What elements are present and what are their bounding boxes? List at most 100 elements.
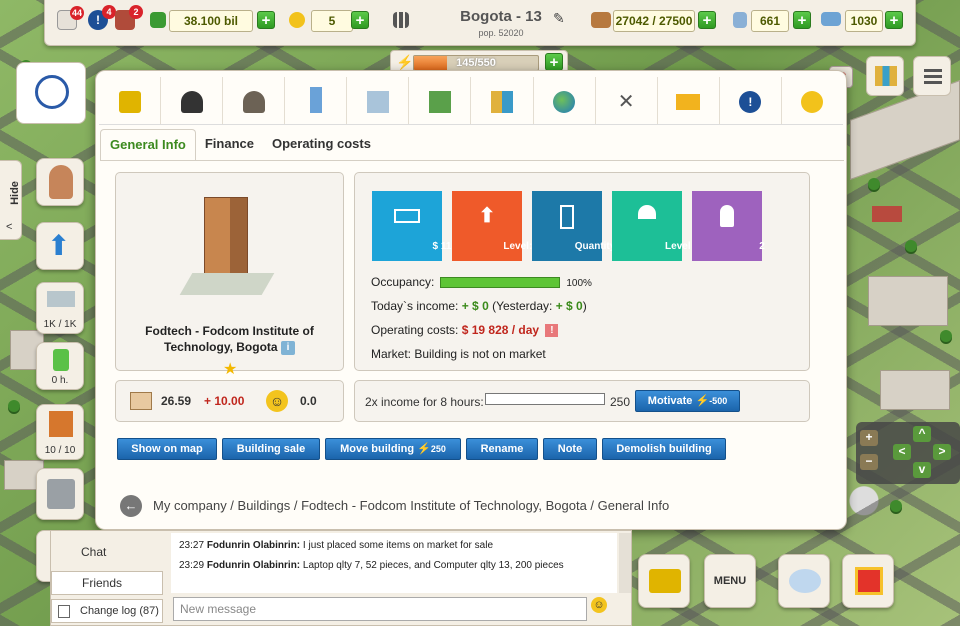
tile-price[interactable]: $ 11 — [372, 191, 451, 261]
income-row: Today`s income: + $ 0 (Yesterday: + $ 0) — [371, 299, 587, 313]
demolish-building-button[interactable]: Demolish building — [602, 438, 726, 460]
fuel-button[interactable]: 0 h. — [36, 342, 84, 390]
menu-hamburger-button[interactable] — [913, 56, 951, 96]
building-base — [179, 273, 275, 295]
dialog-tabs: General Info Finance Operating costs — [100, 129, 380, 161]
pan-down-button[interactable]: v — [913, 462, 931, 478]
emoji-icon[interactable]: ☺ — [591, 597, 607, 613]
tile-lamp-level[interactable]: Level 1 — [612, 191, 699, 261]
alerts-badge: 4 — [102, 5, 116, 19]
upgrade-button[interactable]: ⬆ — [36, 222, 84, 270]
arrow-up-icon: ⬆ — [47, 230, 71, 261]
stats-icon[interactable] — [393, 12, 409, 28]
boost-label: 2x income for 8 hours: — [365, 395, 484, 409]
toolbar-coin[interactable] — [782, 77, 843, 124]
home-badge: 2 — [129, 5, 143, 19]
toolbar-bulldozer[interactable] — [99, 77, 162, 124]
boost-value: 250 — [610, 395, 631, 409]
city-name: Bogota - 13 — [460, 8, 542, 25]
assistant-button[interactable] — [36, 158, 84, 206]
warning-icon[interactable]: ! — [545, 324, 559, 338]
company-logo[interactable] — [16, 62, 86, 124]
main-menu-button[interactable]: MENU — [704, 554, 756, 608]
zoom-in-button[interactable]: + — [860, 430, 878, 446]
rename-button[interactable]: Rename — [466, 438, 538, 460]
building-sale-button[interactable]: Building sale — [222, 438, 320, 460]
toolbar-employees[interactable] — [223, 77, 286, 124]
add-coins-button[interactable]: + — [351, 11, 369, 29]
bulldozer-button[interactable] — [638, 554, 690, 608]
toolbar-info[interactable]: ! — [720, 77, 782, 124]
pan-up-button[interactable]: ^ — [913, 426, 931, 442]
edit-icon[interactable]: ✎ — [553, 10, 569, 26]
toolbar-globe[interactable] — [534, 77, 596, 124]
tree — [8, 400, 20, 412]
changelog-tab[interactable]: Change log (87) — [51, 599, 163, 623]
tab-operating-costs[interactable]: Operating costs — [263, 129, 380, 161]
fuel-icon — [53, 349, 69, 371]
toolbar-office[interactable] — [347, 77, 410, 124]
alert-icon[interactable]: ! 4 — [88, 5, 116, 30]
tab-finance[interactable]: Finance — [196, 129, 263, 161]
toolbar-tools[interactable]: ✕ — [596, 77, 658, 124]
gift-button[interactable] — [842, 554, 894, 608]
lamp-icon — [638, 205, 656, 219]
back-button[interactable]: ← — [120, 495, 142, 517]
rating-change: + 10.00 — [204, 394, 245, 408]
tree — [868, 178, 880, 190]
bulldozer-icon — [118, 91, 141, 113]
pan-left-button[interactable]: < — [893, 444, 911, 460]
zoom-out-button[interactable]: − — [860, 454, 878, 470]
trucks-button[interactable]: 1K / 1K — [36, 282, 84, 334]
map-block — [868, 276, 948, 326]
pan-right-button[interactable]: > — [933, 444, 951, 460]
mail-icon[interactable]: 44 — [57, 6, 84, 30]
tab-general-info[interactable]: General Info — [100, 129, 196, 161]
add-trucks-button[interactable]: + — [698, 11, 716, 29]
manager-icon — [180, 91, 203, 113]
bank-button[interactable]: 10 / 10 — [36, 404, 84, 460]
safe-button[interactable] — [36, 468, 84, 520]
toolbar-manager[interactable] — [161, 77, 224, 124]
money-icon — [150, 12, 166, 28]
chat-tab[interactable]: Chat — [51, 541, 163, 565]
fuel-caption: 0 h. — [51, 375, 69, 386]
add-money-button[interactable]: + — [257, 11, 275, 29]
tile-employees[interactable]: 2 — [692, 191, 765, 261]
note-button[interactable]: Note — [543, 438, 597, 460]
friends-tab[interactable]: Friends — [51, 571, 163, 595]
toolbar-mail[interactable] — [658, 77, 720, 124]
chevron-left-icon: < — [6, 221, 13, 233]
map-block — [880, 370, 950, 410]
buildings-value: 661 — [751, 10, 789, 32]
add-energy-button[interactable]: + — [545, 53, 563, 71]
info-icon[interactable]: i — [280, 340, 295, 355]
arrow-left-icon: ← — [124, 498, 138, 513]
chat-message: 23:29 Fodunrin Olabinrin: Laptop qlty 7,… — [179, 560, 564, 571]
toolbar-money-building[interactable] — [409, 77, 472, 124]
home-icon[interactable]: 2 — [115, 5, 143, 30]
map-button[interactable] — [866, 56, 904, 96]
building-image — [204, 197, 248, 279]
add-buildings-button[interactable]: + — [793, 11, 811, 29]
show-on-map-button[interactable]: Show on map — [117, 438, 217, 460]
chat-bubble-button[interactable] — [778, 554, 830, 608]
truck-icon — [47, 291, 75, 307]
tile-quantity[interactable]: Quantity 25 — [532, 191, 629, 261]
building-name: Fodtech - Fodcom Institute of Technology… — [145, 324, 314, 355]
happiness-value: 0.0 — [300, 394, 317, 408]
motivate-button[interactable]: Motivate ⚡-500 — [635, 390, 740, 412]
chat-scrollbar[interactable] — [619, 533, 631, 593]
hide-sidebar-button[interactable]: Hide < — [0, 160, 22, 240]
chat-message-input[interactable]: New message — [173, 597, 587, 621]
toolbar-city-map[interactable] — [471, 77, 534, 124]
hamburger-icon — [924, 69, 942, 72]
add-vehicles-button[interactable]: + — [885, 11, 903, 29]
person-icon — [720, 205, 734, 227]
tile-level-upgrade[interactable]: ⬆ Level: 1 — [452, 191, 541, 261]
move-building-button[interactable]: Move building ⚡250 — [325, 438, 461, 460]
truck-icon — [591, 12, 611, 28]
toolbar-skyscraper[interactable] — [285, 77, 348, 124]
dialog-toolbar: ✕ ! — [99, 77, 843, 125]
employees-icon — [242, 91, 265, 113]
